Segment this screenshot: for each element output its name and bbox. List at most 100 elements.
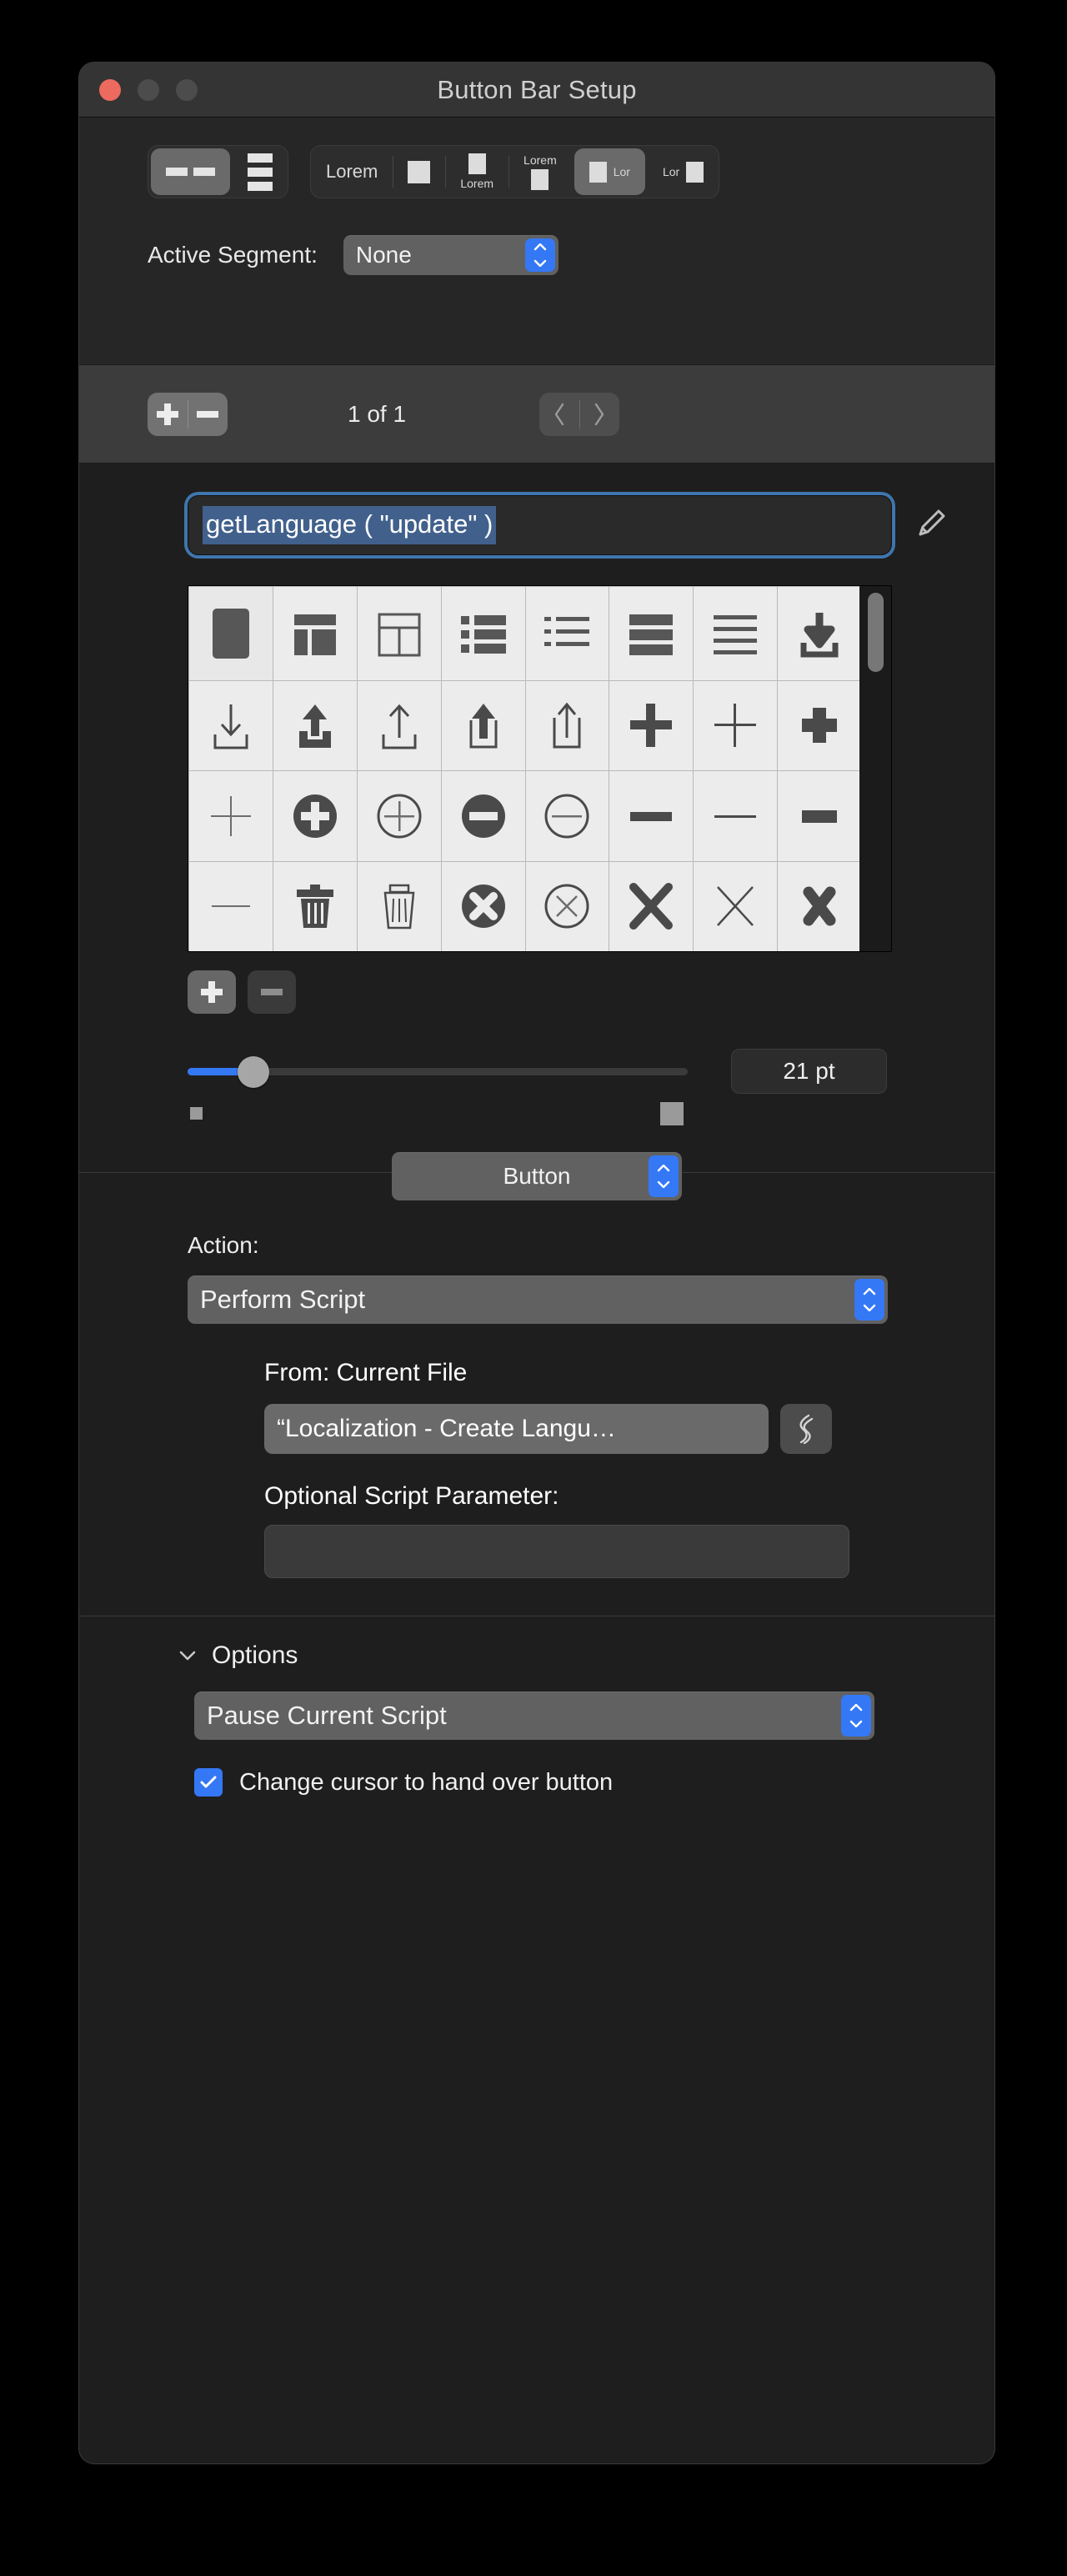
icon-cell-export-box-thin[interactable] <box>525 680 609 770</box>
icon-cell-export-box-filled[interactable] <box>441 680 525 770</box>
display-option-icon-left-text-label: Lor <box>613 165 630 178</box>
display-option-icon-only[interactable] <box>393 146 445 198</box>
remove-segment-button[interactable] <box>188 393 228 436</box>
icon-cell-layout-columns[interactable] <box>357 587 441 680</box>
icon-left-text-preview: Lor <box>589 161 630 183</box>
style-toolbar-section: Lorem Lorem Lorem Lor Lor Active Segment… <box>79 118 994 364</box>
icon-cell-plus-bold[interactable] <box>778 680 861 770</box>
layout-segmented-control[interactable] <box>148 145 288 198</box>
options-section: Options Pause Current Script Change curs… <box>79 1616 994 1797</box>
icon-cell-trash-outline[interactable] <box>357 861 441 951</box>
script-parameter-input[interactable] <box>264 1525 849 1578</box>
display-style-segmented-control[interactable]: Lorem Lorem Lorem Lor Lor <box>310 145 720 198</box>
icon-cell-plus-thick[interactable] <box>609 680 694 770</box>
cursor-checkbox[interactable] <box>194 1768 223 1797</box>
previous-segment-button[interactable] <box>539 393 579 436</box>
scrollbar-thumb[interactable] <box>867 593 884 672</box>
add-icon-button[interactable] <box>188 970 236 1014</box>
icon-cell-trash-filled[interactable] <box>273 861 357 951</box>
display-option-icon-left-text[interactable]: Lor <box>574 148 645 195</box>
pause-behaviour-popup[interactable]: Pause Current Script <box>194 1691 874 1740</box>
chevron-updown-icon[interactable] <box>841 1695 871 1737</box>
window-titlebar: Button Bar Setup <box>79 63 994 118</box>
control-type-popup[interactable]: Button <box>392 1152 682 1200</box>
large-size-marker <box>660 1102 684 1125</box>
icon-cell-upload-tray-filled[interactable] <box>273 680 357 770</box>
options-disclosure-header[interactable]: Options <box>178 1641 994 1670</box>
script-picker-button[interactable]: “Localization - Create Langu… <box>264 1404 769 1454</box>
active-segment-popup[interactable]: None <box>343 235 559 275</box>
segment-label-input[interactable]: getLanguage ( "update" ) <box>188 495 892 555</box>
icon-cell-dashed-list[interactable] <box>525 587 609 680</box>
icon-size-field[interactable]: 21 pt <box>731 1049 887 1094</box>
icon-cell-striped-bars[interactable] <box>609 587 694 680</box>
vertical-rows-icon <box>248 153 273 191</box>
icon-cell-minus-circle-outline[interactable] <box>525 771 609 861</box>
icon-cell-layout-sidebar[interactable] <box>273 587 357 680</box>
icon-cell-plus-thin[interactable] <box>694 680 778 770</box>
minus-icon <box>261 989 283 995</box>
icon-cell-stacked-lines[interactable] <box>694 587 778 680</box>
display-option-text-only[interactable]: Lorem <box>311 146 393 198</box>
small-size-marker <box>190 1107 203 1120</box>
segment-add-remove-control[interactable] <box>148 392 228 436</box>
icon-cell-upload-arrow-thin[interactable] <box>357 680 441 770</box>
active-segment-value: None <box>355 242 412 268</box>
plus-icon <box>201 981 223 1003</box>
icon-above-text-preview: Lorem <box>460 153 493 190</box>
icon-size-slider[interactable] <box>188 1056 688 1088</box>
type-popup-wrap: Button <box>392 1152 682 1200</box>
icon-cell-x-circle-outline[interactable] <box>525 861 609 951</box>
add-segment-button[interactable] <box>148 393 188 436</box>
display-option-text-left-icon[interactable]: Lor <box>648 146 719 198</box>
icon-grid[interactable] <box>188 586 861 951</box>
action-value: Perform Script <box>200 1285 366 1314</box>
icon-grid-scrollbar[interactable] <box>859 586 891 951</box>
icon-cell-download-arrow-thin[interactable] <box>189 680 273 770</box>
action-popup[interactable]: Perform Script <box>188 1275 888 1324</box>
display-option-text-above-icon[interactable]: Lorem <box>508 146 572 198</box>
icon-cell-minus-bold[interactable] <box>778 771 861 861</box>
action-section: Button Action: Perform Script From: Curr… <box>79 1129 994 1578</box>
chevron-updown-icon[interactable] <box>854 1279 884 1321</box>
next-segment-button[interactable] <box>579 393 619 436</box>
segment-prev-next-control[interactable] <box>539 392 620 436</box>
icon-cell-filled-square[interactable] <box>189 587 273 680</box>
segment-editor-section: getLanguage ( "update" ) 21 pt <box>79 464 994 1129</box>
horizontal-dashes-icon <box>166 168 215 176</box>
pencil-icon[interactable] <box>914 506 949 545</box>
icon-cell-minus-thick[interactable] <box>609 771 694 861</box>
icon-add-remove-row <box>188 970 994 1014</box>
icon-cell-plus-circle-filled[interactable] <box>273 771 357 861</box>
screen-root: Button Bar Setup Lorem Lorem Lorem Lor L… <box>0 0 1067 2576</box>
text-above-icon-preview: Lorem <box>523 153 557 190</box>
text-left-icon-preview: Lor <box>663 161 704 183</box>
icon-cell-x-bold[interactable] <box>778 861 861 951</box>
icon-cell-x-thick[interactable] <box>609 861 694 951</box>
icon-cell-x-circle-filled[interactable] <box>441 861 525 951</box>
icon-cell-minus-circle-filled[interactable] <box>441 771 525 861</box>
layout-option-horizontal-dashes[interactable] <box>151 148 230 195</box>
icon-cell-plus-circle-outline[interactable] <box>357 771 441 861</box>
chevron-updown-icon[interactable] <box>524 238 555 272</box>
square-icon <box>686 161 704 183</box>
script-specify-button[interactable] <box>780 1404 832 1454</box>
remove-icon-button[interactable] <box>248 970 296 1014</box>
layout-option-vertical-rows[interactable] <box>233 146 288 198</box>
slider-thumb[interactable] <box>238 1056 269 1088</box>
square-icon <box>408 160 431 183</box>
icon-cell-download-tray[interactable] <box>778 587 861 680</box>
icon-cell-plus-light[interactable] <box>189 771 273 861</box>
icon-cell-minus-thin[interactable] <box>694 771 778 861</box>
icon-picker[interactable] <box>188 585 892 952</box>
pause-behaviour-value: Pause Current Script <box>207 1701 447 1730</box>
cursor-checkbox-row[interactable]: Change cursor to hand over button <box>194 1768 994 1797</box>
icon-cell-bullet-list[interactable] <box>441 587 525 680</box>
icon-cell-x-thin[interactable] <box>694 861 778 951</box>
chevron-updown-icon[interactable] <box>649 1155 679 1197</box>
display-option-icon-above-text[interactable]: Lorem <box>445 146 508 198</box>
icon-cell-minus-light[interactable] <box>189 861 273 951</box>
style-toolbar-row: Lorem Lorem Lorem Lor Lor <box>79 145 994 198</box>
square-icon <box>531 169 549 190</box>
label-field-row: getLanguage ( "update" ) <box>79 495 994 555</box>
